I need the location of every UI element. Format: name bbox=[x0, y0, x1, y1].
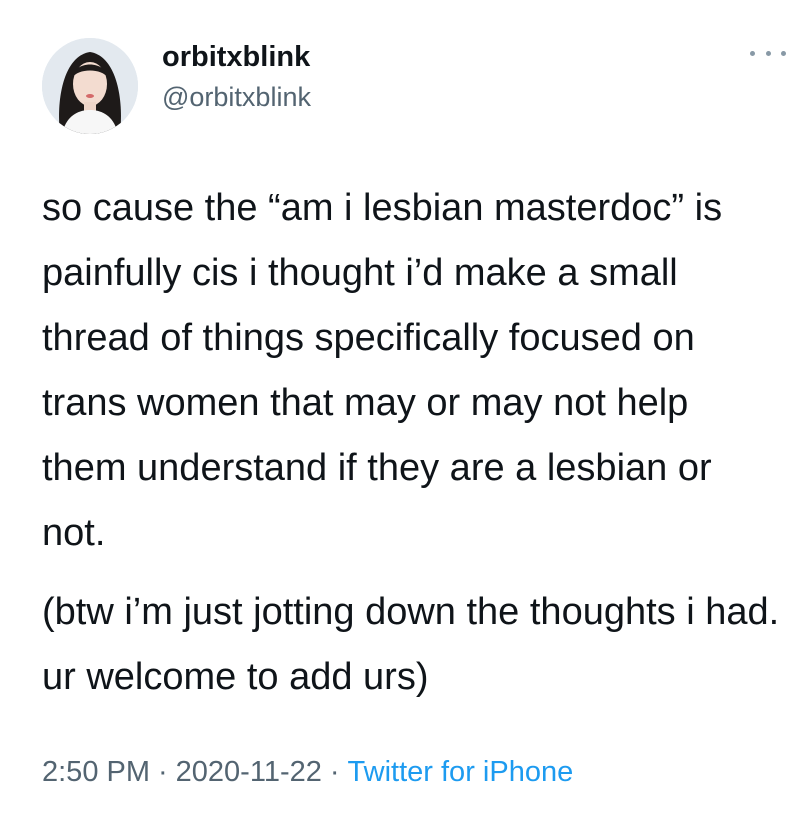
display-name[interactable]: orbitxblink bbox=[162, 41, 310, 74]
tweet-source-link[interactable]: Twitter for iPhone bbox=[348, 756, 574, 788]
more-dot bbox=[750, 50, 755, 56]
tweet-meta: 2:50 PM · 2020-11-22 · Twitter for iPhone bbox=[42, 756, 573, 789]
more-icon[interactable] bbox=[750, 42, 786, 64]
tweet-time[interactable]: 2:50 PM bbox=[42, 756, 150, 788]
tweet-date[interactable]: 2020-11-22 bbox=[176, 756, 322, 788]
more-dot bbox=[781, 50, 786, 56]
tweet-card: orbitxblink @orbitxblink so cause the “a… bbox=[0, 0, 804, 820]
tweet-text: so cause the “am i lesbian masterdoc” is… bbox=[42, 176, 782, 710]
tweet-paragraph: (btw i’m just jotting down the thoughts … bbox=[42, 591, 780, 698]
profile-photo-icon bbox=[42, 38, 138, 134]
meta-separator: · bbox=[329, 756, 340, 788]
tweet-paragraph: so cause the “am i lesbian masterdoc” is… bbox=[42, 187, 723, 554]
more-dot bbox=[765, 50, 771, 56]
avatar[interactable] bbox=[42, 38, 138, 134]
username-handle[interactable]: @orbitxblink bbox=[162, 82, 311, 113]
meta-separator: · bbox=[158, 756, 168, 788]
